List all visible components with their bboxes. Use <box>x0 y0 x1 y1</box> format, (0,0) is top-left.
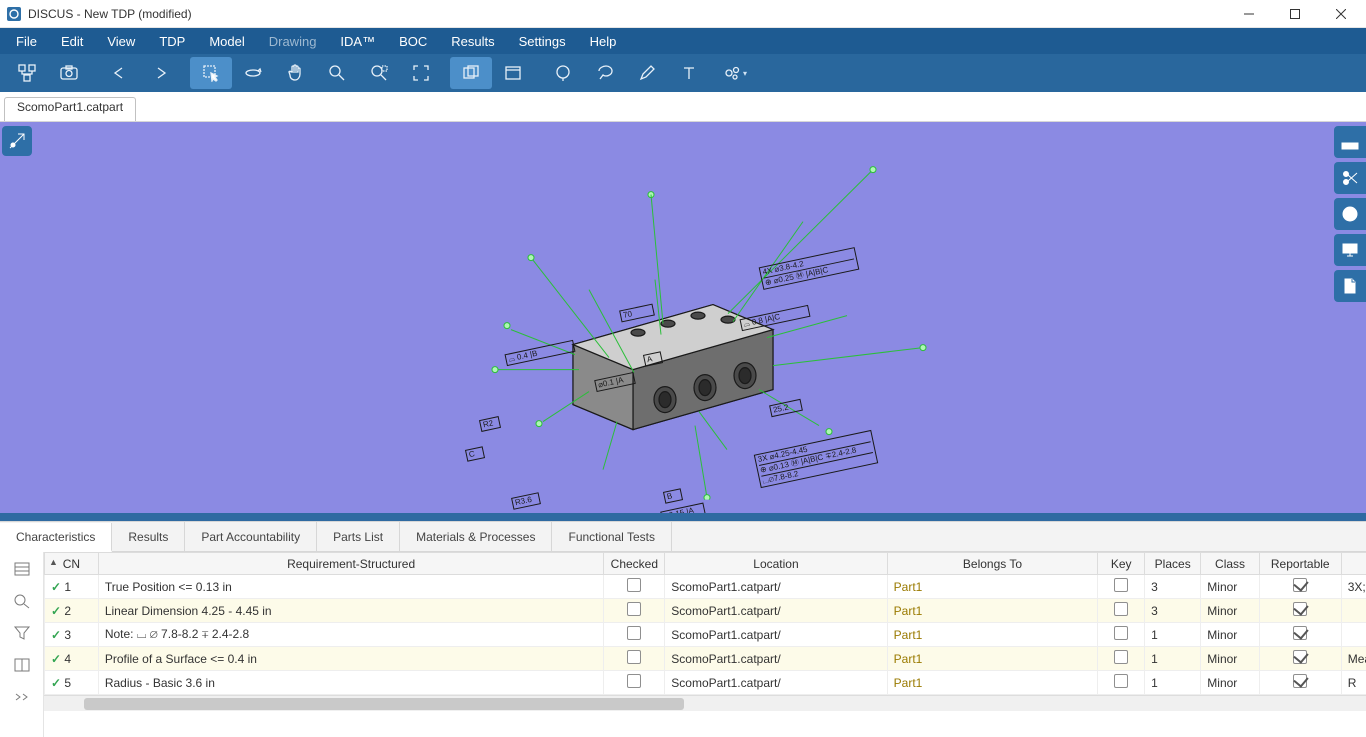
tab-results[interactable]: Results <box>112 522 185 551</box>
col-checked[interactable]: Checked <box>604 553 665 575</box>
info-icon[interactable] <box>1334 198 1366 230</box>
table-row[interactable]: ✓ 4Profile of a Surface <= 0.4 inScomoPa… <box>45 647 1366 671</box>
key-checkbox[interactable] <box>1114 650 1128 664</box>
grid-horizontal-scrollbar[interactable] <box>44 695 1366 711</box>
tool-camera-icon[interactable] <box>48 57 90 89</box>
window-title: DISCUS - New TDP (modified) <box>28 7 192 21</box>
reportable-checkbox[interactable] <box>1293 578 1307 592</box>
window-maximize-button[interactable] <box>1272 0 1318 28</box>
tab-parts-list[interactable]: Parts List <box>317 522 400 551</box>
tab-functional-tests[interactable]: Functional Tests <box>552 522 672 551</box>
reportable-checkbox[interactable] <box>1293 674 1307 688</box>
measure-icon[interactable] <box>1334 126 1366 158</box>
tool-window-multi-icon[interactable] <box>450 57 492 89</box>
tab-part-accountability[interactable]: Part Accountability <box>185 522 317 551</box>
checked-checkbox[interactable] <box>627 626 641 640</box>
tool-text-icon[interactable] <box>668 57 710 89</box>
menu-boc[interactable]: BOC <box>389 31 437 52</box>
reportable-checkbox[interactable] <box>1293 602 1307 616</box>
document-tab-strip: ScomoPart1.catpart <box>0 92 1366 122</box>
reportable-checkbox[interactable] <box>1293 626 1307 640</box>
key-checkbox[interactable] <box>1114 602 1128 616</box>
menu-model[interactable]: Model <box>199 31 254 52</box>
checked-checkbox[interactable] <box>627 578 641 592</box>
col-belongs-to[interactable]: Belongs To <box>887 553 1098 575</box>
main-toolbar: ▾ <box>0 54 1366 92</box>
gdt-callout[interactable]: B <box>663 488 683 503</box>
tool-settings-gears-icon[interactable]: ▾ <box>710 57 760 89</box>
table-row[interactable]: ✓ 1True Position <= 0.13 inScomoPart1.ca… <box>45 575 1366 599</box>
lower-tabstrip: CharacteristicsResultsPart Accountabilit… <box>0 522 1366 552</box>
col-key[interactable]: Key <box>1098 553 1145 575</box>
menu-results[interactable]: Results <box>441 31 504 52</box>
grid-sidebar <box>0 552 44 737</box>
key-checkbox[interactable] <box>1114 626 1128 640</box>
lower-panel: CharacteristicsResultsPart Accountabilit… <box>0 521 1366 737</box>
table-row[interactable]: ✓ 2Linear Dimension 4.25 - 4.45 inScomoP… <box>45 599 1366 623</box>
menu-drawing: Drawing <box>259 31 327 52</box>
viewport-accent-bar <box>0 513 1366 521</box>
sidebar-search-icon[interactable] <box>10 590 34 612</box>
sidebar-list-icon[interactable] <box>10 558 34 580</box>
tool-pen-icon[interactable] <box>626 57 668 89</box>
tool-pan-icon[interactable] <box>274 57 316 89</box>
model-drawing <box>403 129 963 499</box>
table-row[interactable]: ✓ 5Radius - Basic 3.6 inScomoPart1.catpa… <box>45 671 1366 695</box>
viewport-target-icon[interactable] <box>2 126 32 156</box>
sidebar-more-icon[interactable] <box>10 686 34 708</box>
tab-materials-processes[interactable]: Materials & Processes <box>400 522 552 551</box>
reportable-checkbox[interactable] <box>1293 650 1307 664</box>
window-close-button[interactable] <box>1318 0 1364 28</box>
tool-lasso-icon[interactable] <box>584 57 626 89</box>
document-icon[interactable] <box>1334 270 1366 302</box>
tab-characteristics[interactable]: Characteristics <box>0 523 112 552</box>
tool-window-single-icon[interactable] <box>492 57 534 89</box>
key-checkbox[interactable] <box>1114 578 1128 592</box>
viewport-right-toolbar <box>1334 126 1366 302</box>
tool-zoom-icon[interactable] <box>316 57 358 89</box>
col-requirement[interactable]: Requirement <box>1341 553 1366 575</box>
tool-pointer-select-icon[interactable] <box>190 57 232 89</box>
tool-redo-icon[interactable] <box>140 57 182 89</box>
checked-checkbox[interactable] <box>627 602 641 616</box>
checked-checkbox[interactable] <box>627 650 641 664</box>
table-row[interactable]: ✓ 3Note: ⌴ ∅ 7.8-8.2 ∓ 2.4-2.8ScomoPart1… <box>45 623 1366 647</box>
window-minimize-button[interactable] <box>1226 0 1272 28</box>
key-checkbox[interactable] <box>1114 674 1128 688</box>
menu-file[interactable]: File <box>6 31 47 52</box>
characteristics-grid[interactable]: ▲CN Requirement-Structured Checked Locat… <box>44 552 1366 695</box>
menu-edit[interactable]: Edit <box>51 31 93 52</box>
col-reportable[interactable]: Reportable <box>1259 553 1341 575</box>
col-location[interactable]: Location <box>665 553 887 575</box>
checked-checkbox[interactable] <box>627 674 641 688</box>
menu-settings[interactable]: Settings <box>509 31 576 52</box>
menu-ida[interactable]: IDA™ <box>330 31 385 52</box>
tool-structure-icon[interactable] <box>6 57 48 89</box>
col-cn[interactable]: ▲CN <box>45 553 99 575</box>
tool-rotate-icon[interactable] <box>232 57 274 89</box>
main-menubar: FileEditViewTDPModelDrawingIDA™BOCResult… <box>0 28 1366 54</box>
menu-help[interactable]: Help <box>580 31 627 52</box>
window-titlebar: DISCUS - New TDP (modified) <box>0 0 1366 28</box>
col-requirement-structured[interactable]: Requirement-Structured <box>98 553 604 575</box>
col-places[interactable]: Places <box>1145 553 1201 575</box>
app-icon <box>6 6 22 22</box>
tool-balloon-circle-icon[interactable] <box>542 57 584 89</box>
document-tab[interactable]: ScomoPart1.catpart <box>4 97 136 121</box>
menu-view[interactable]: View <box>97 31 145 52</box>
sidebar-filter-icon[interactable] <box>10 622 34 644</box>
col-class[interactable]: Class <box>1201 553 1260 575</box>
model-viewport[interactable]: 4X ⌀3.8-4.2⊕ ⌀0.25 Ⓜ |A|B|C70⌓ 0.8 |A|C⌓… <box>0 122 1366 521</box>
tool-fit-icon[interactable] <box>400 57 442 89</box>
tool-undo-icon[interactable] <box>98 57 140 89</box>
sidebar-columns-icon[interactable] <box>10 654 34 676</box>
tool-zoom-area-icon[interactable] <box>358 57 400 89</box>
scissors-icon[interactable] <box>1334 162 1366 194</box>
monitor-icon[interactable] <box>1334 234 1366 266</box>
menu-tdp[interactable]: TDP <box>149 31 195 52</box>
